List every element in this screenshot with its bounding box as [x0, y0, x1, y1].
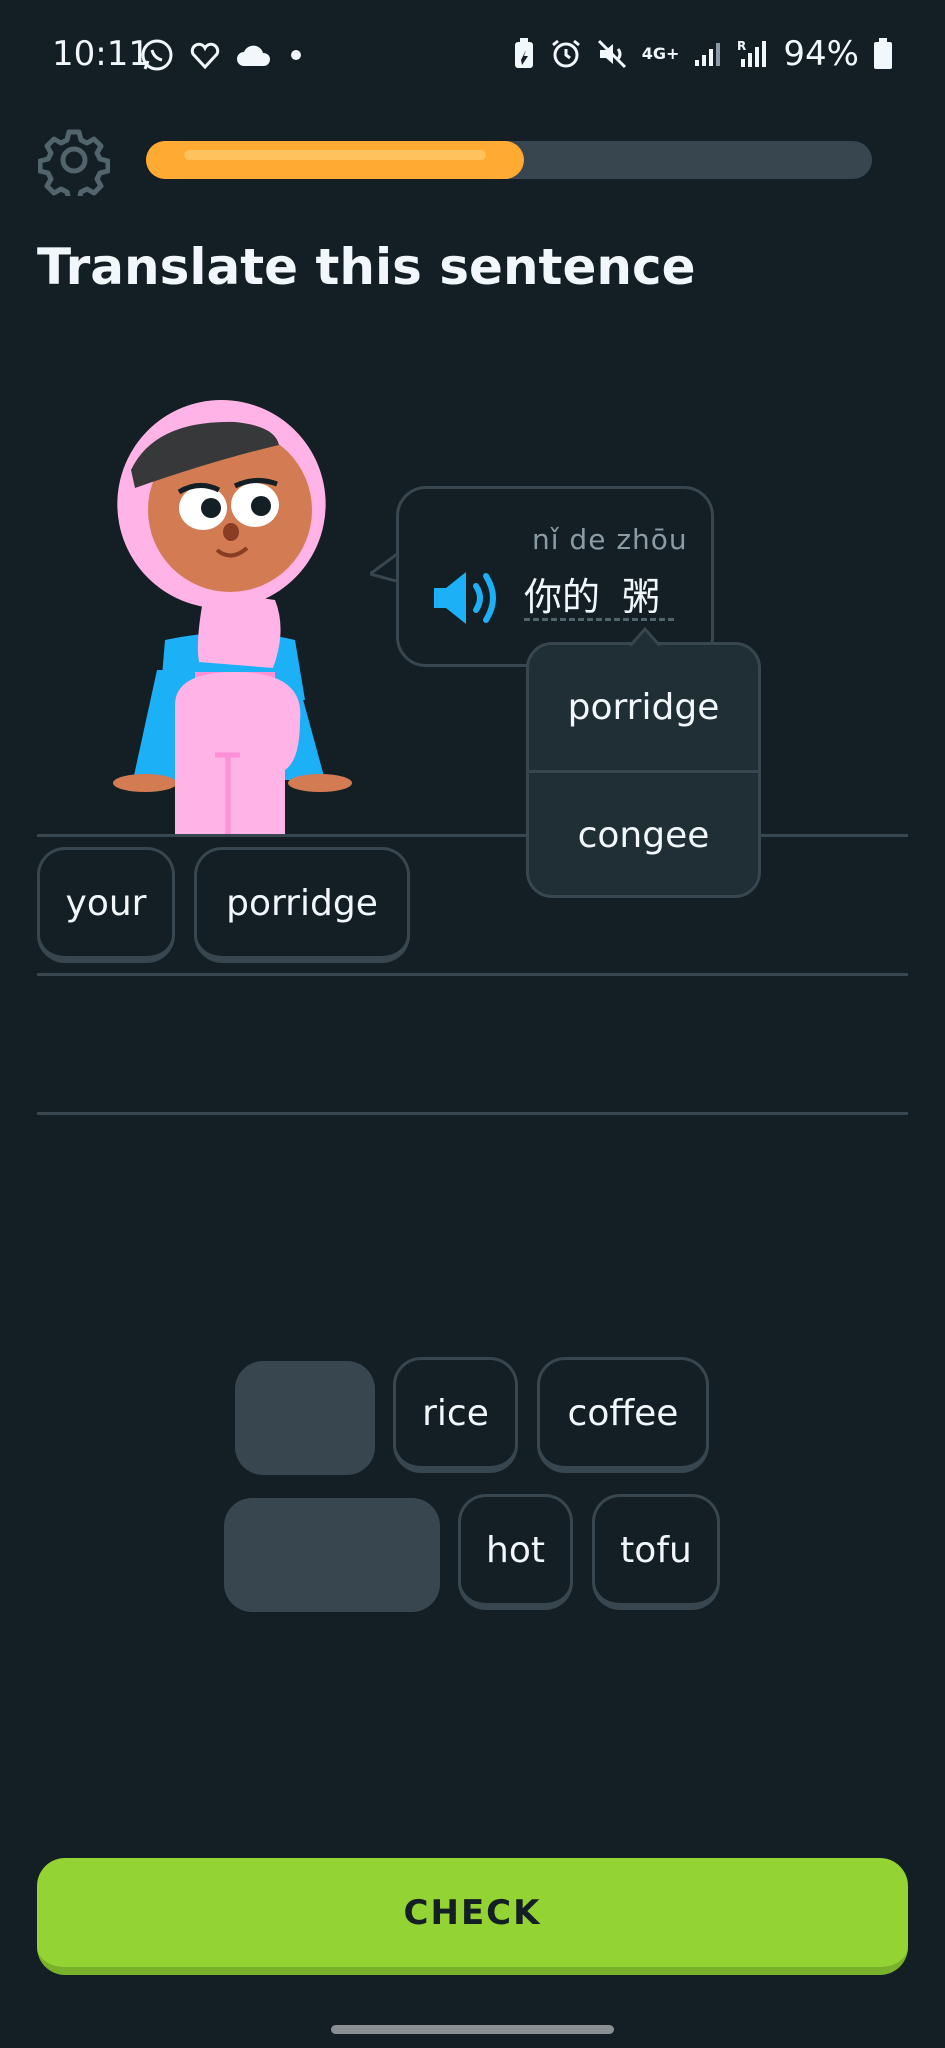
hanzi-word-ni-de[interactable]: 你的 — [524, 566, 600, 621]
check-button[interactable]: CHECK — [37, 1858, 908, 1975]
roaming-signal-icon: R — [737, 39, 767, 67]
alarm-icon — [551, 39, 580, 68]
answer-line-bottom — [37, 1112, 908, 1115]
settings-button[interactable] — [37, 124, 111, 203]
signal-icon — [695, 43, 721, 66]
hanzi-dashed-underline — [524, 618, 674, 621]
answer-tile[interactable]: porridge — [194, 847, 410, 963]
cloud-icon — [237, 45, 271, 66]
hint-popup: porridge congee — [526, 642, 761, 898]
svg-text:R: R — [737, 39, 746, 53]
dot-icon — [291, 50, 301, 60]
hint-popup-notch — [630, 626, 660, 646]
lesson-progress-fill — [146, 141, 524, 179]
heart-app-icon — [190, 42, 220, 70]
battery-icon — [874, 38, 892, 69]
page-title: Translate this sentence — [37, 238, 696, 296]
word-bank-tile[interactable]: rice — [393, 1357, 518, 1473]
gear-icon — [37, 129, 111, 203]
word-bank-tile[interactable]: coffee — [537, 1357, 709, 1473]
status-right-icons: 4G+ R 94% — [512, 34, 893, 74]
battery-percent: 94% — [783, 34, 859, 74]
status-bar: 10:11 4G+ R 94% — [0, 0, 945, 110]
speaker-icon[interactable] — [432, 568, 508, 628]
mute-icon — [597, 39, 626, 69]
network-4g-icon: 4G+ — [641, 44, 680, 63]
hanzi-word-zhou[interactable]: 粥 — [622, 566, 660, 621]
progress-shine — [184, 150, 486, 160]
home-indicator[interactable] — [331, 2025, 614, 2034]
hint-option[interactable]: porridge — [529, 645, 758, 770]
answer-line-top — [37, 834, 908, 837]
word-bank-empty-slot — [235, 1361, 375, 1475]
lesson-progress-bar — [146, 141, 872, 179]
answer-line-middle — [37, 973, 908, 976]
pinyin-text: nǐ de zhōu — [532, 523, 688, 556]
hint-option[interactable]: congee — [529, 773, 758, 898]
word-bank-tile[interactable]: tofu — [592, 1494, 720, 1610]
battery-saver-icon — [514, 38, 533, 68]
character-illustration — [113, 400, 352, 835]
status-time: 10:11 — [52, 34, 150, 74]
whatsapp-icon — [141, 39, 173, 71]
answer-tile[interactable]: your — [37, 847, 175, 963]
word-bank-empty-slot — [224, 1498, 440, 1612]
word-bank-tile[interactable]: hot — [458, 1494, 573, 1610]
status-left-icons — [140, 38, 306, 72]
